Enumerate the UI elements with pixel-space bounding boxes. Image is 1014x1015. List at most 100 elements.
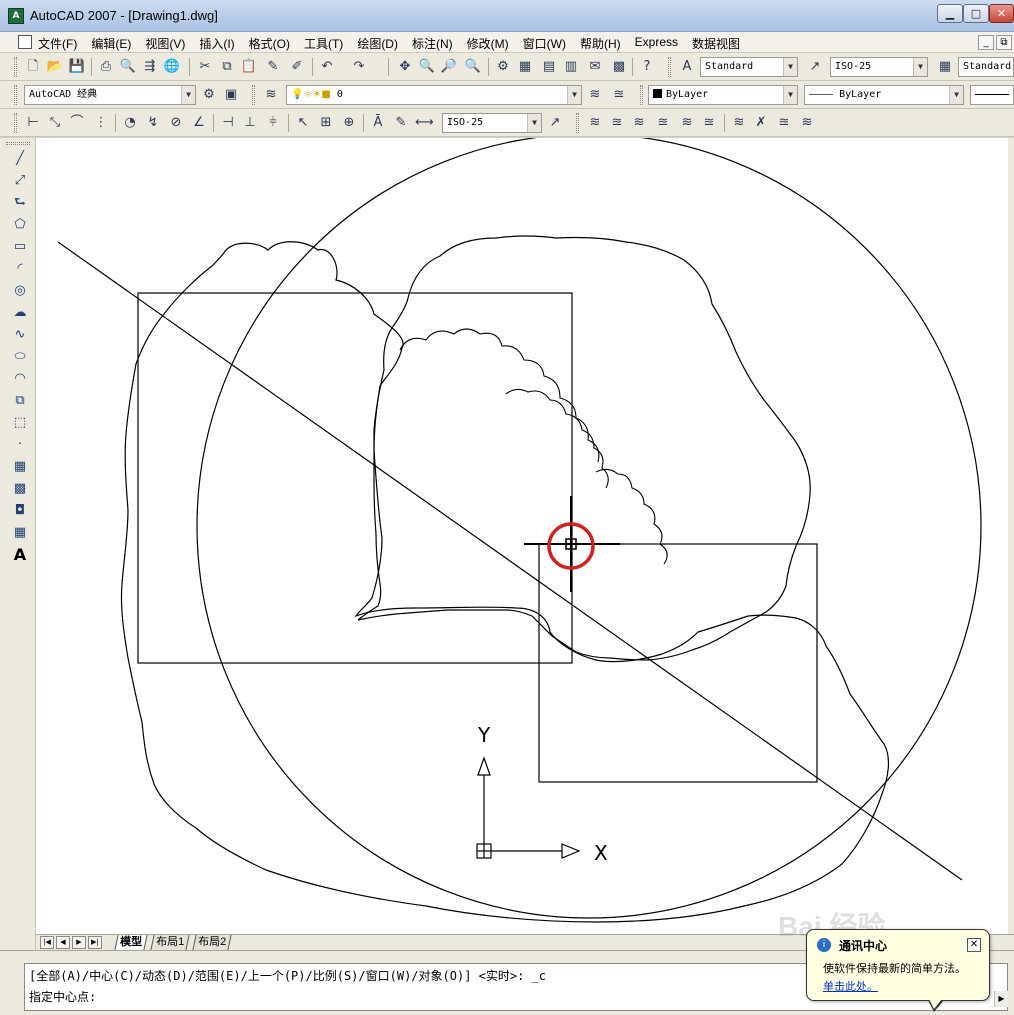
- polygon-icon[interactable]: ⬠: [11, 216, 29, 234]
- layer-isolate-icon[interactable]: ≊: [608, 114, 626, 132]
- make-block-icon[interactable]: ⬚: [11, 414, 29, 432]
- hatch-icon[interactable]: ▦: [11, 458, 29, 476]
- menu-file[interactable]: 文件(F): [38, 34, 84, 53]
- center-mark-icon[interactable]: ⊕: [340, 114, 358, 132]
- command-scroll-arrow[interactable]: ▶: [994, 991, 1008, 1007]
- drawn-rectangle-right[interactable]: [538, 543, 818, 783]
- color-dropdown[interactable]: ByLayer ▼: [648, 85, 798, 105]
- drawing-canvas[interactable]: Y X: [36, 138, 1008, 934]
- document-icon[interactable]: [18, 35, 32, 49]
- dimension-update-icon[interactable]: ⟷: [415, 114, 434, 132]
- tool-palettes-icon[interactable]: ▤: [540, 58, 558, 76]
- diameter-dimension-icon[interactable]: ⊘: [167, 114, 185, 132]
- text-style-dropdown[interactable]: Standard ▼: [700, 57, 798, 77]
- last-tab-button[interactable]: ▶|: [88, 936, 102, 949]
- toolbar-grip[interactable]: [14, 85, 17, 105]
- layer-merge-icon[interactable]: ≊: [700, 114, 718, 132]
- dimension-style-dropdown[interactable]: ISO-25 ▼: [442, 113, 542, 133]
- workspace-settings-icon[interactable]: ⚙: [200, 86, 218, 104]
- paste-icon[interactable]: 📋: [240, 58, 258, 76]
- menu-modify[interactable]: 修改(M): [467, 34, 516, 53]
- calculator-icon[interactable]: ▩: [610, 58, 628, 76]
- layer-walk-icon[interactable]: ≋: [730, 114, 748, 132]
- toolbar-grip[interactable]: [576, 113, 579, 133]
- first-tab-button[interactable]: |◀: [40, 936, 54, 949]
- maximize-button[interactable]: □: [963, 4, 989, 23]
- baseline-dimension-icon[interactable]: ⊥: [241, 114, 259, 132]
- layer-delete-icon[interactable]: ✗: [752, 114, 770, 132]
- menu-express[interactable]: Express: [635, 34, 685, 53]
- document-minimize-button[interactable]: _: [978, 35, 994, 50]
- multiline-text-icon[interactable]: A: [11, 546, 29, 564]
- toolbar-grip[interactable]: [252, 85, 255, 105]
- region-icon[interactable]: ◘: [11, 502, 29, 520]
- radius-dimension-icon[interactable]: ◔: [121, 114, 139, 132]
- continue-dimension-icon[interactable]: ⫩: [264, 114, 282, 132]
- dimension-edit-icon[interactable]: Ā: [369, 114, 387, 132]
- undo-icon[interactable]: ↶: [318, 58, 336, 76]
- publish-icon[interactable]: ⇶: [141, 58, 159, 76]
- cut-icon[interactable]: ✂: [196, 58, 214, 76]
- block-editor-icon[interactable]: ✐: [288, 58, 306, 76]
- layer-dropdown[interactable]: 💡☼☀■ 0 ▼: [286, 85, 582, 105]
- minimize-button[interactable]: ▁: [937, 4, 963, 23]
- layer-thaw-icon[interactable]: ≋: [798, 114, 816, 132]
- print-preview-icon[interactable]: 🔍: [119, 58, 137, 76]
- open-file-icon[interactable]: 📂: [46, 58, 64, 76]
- help-icon[interactable]: ?: [638, 58, 656, 76]
- tab-layout1[interactable]: 布局1: [150, 935, 190, 950]
- previous-tab-button[interactable]: ◀: [56, 936, 70, 949]
- new-file-icon[interactable]: 🗋: [24, 58, 42, 76]
- aligned-dimension-icon[interactable]: ⤡: [46, 114, 64, 132]
- quick-leader-icon[interactable]: ↖: [294, 114, 312, 132]
- menu-edit[interactable]: 编辑(E): [91, 34, 138, 53]
- table-style-icon[interactable]: ▦: [936, 58, 954, 76]
- menu-view[interactable]: 视图(V): [145, 34, 192, 53]
- balloon-link[interactable]: 单击此处。: [823, 978, 878, 994]
- dimension-text-edit-icon[interactable]: ✎: [392, 114, 410, 132]
- command-prompt[interactable]: 指定中心点:: [29, 988, 96, 1005]
- inner-revision-cloud[interactable]: [357, 235, 811, 661]
- toolbar-grip[interactable]: [14, 113, 17, 133]
- toolbar-grip[interactable]: [668, 57, 671, 77]
- tab-layout2[interactable]: 布局2: [192, 935, 232, 950]
- document-restore-button[interactable]: ⧉: [996, 35, 1012, 50]
- toolbar-grip[interactable]: [640, 85, 643, 105]
- layer-unlock-icon[interactable]: ≊: [775, 114, 793, 132]
- toolbar-grip[interactable]: [6, 142, 30, 145]
- linear-dimension-icon[interactable]: ⊢: [24, 114, 42, 132]
- menu-window[interactable]: 窗口(W): [523, 34, 573, 53]
- construction-line-icon[interactable]: ⤢: [11, 172, 29, 190]
- rectangle-icon[interactable]: ▭: [11, 238, 29, 256]
- properties-icon[interactable]: ⚙: [494, 58, 512, 76]
- copy-icon[interactable]: ⧉: [218, 58, 236, 76]
- point-icon[interactable]: ·: [11, 436, 29, 454]
- layer-manager-icon[interactable]: ≋: [262, 86, 280, 104]
- publish-web-icon[interactable]: 🌐: [163, 58, 181, 76]
- sheet-set-icon[interactable]: ▥: [562, 58, 580, 76]
- linetype-dropdown[interactable]: ———— ByLayer ▼: [804, 85, 964, 105]
- pan-icon[interactable]: ✥: [396, 58, 414, 76]
- next-tab-button[interactable]: ▶: [72, 936, 86, 949]
- menu-insert[interactable]: 插入(I): [199, 34, 241, 53]
- outer-revision-cloud[interactable]: [120, 241, 890, 923]
- menu-data-view[interactable]: 数据视图: [692, 34, 747, 53]
- layer-previous-icon[interactable]: ≊: [610, 86, 628, 104]
- markup-icon[interactable]: ✉: [586, 58, 604, 76]
- gradient-icon[interactable]: ▩: [11, 480, 29, 498]
- insert-block-icon[interactable]: ⧉: [11, 392, 29, 410]
- drawn-circle[interactable]: [196, 138, 982, 919]
- toolbar-grip[interactable]: [14, 57, 17, 77]
- jogged-dimension-icon[interactable]: ↯: [144, 114, 162, 132]
- circle-icon[interactable]: ◎: [11, 282, 29, 300]
- angular-dimension-icon[interactable]: ∠: [190, 114, 208, 132]
- dim-style-icon[interactable]: ↗: [806, 58, 824, 76]
- table-style-dropdown[interactable]: Standard: [958, 57, 1014, 77]
- tolerance-icon[interactable]: ⊞: [317, 114, 335, 132]
- layer-lock-icon[interactable]: ≊: [654, 114, 672, 132]
- menu-tools[interactable]: 工具(T): [304, 34, 350, 53]
- menu-draw[interactable]: 绘图(D): [357, 34, 405, 53]
- layer-off-icon[interactable]: ≋: [586, 114, 604, 132]
- arc-icon[interactable]: ◜: [11, 260, 29, 278]
- save-icon[interactable]: 💾: [68, 58, 86, 76]
